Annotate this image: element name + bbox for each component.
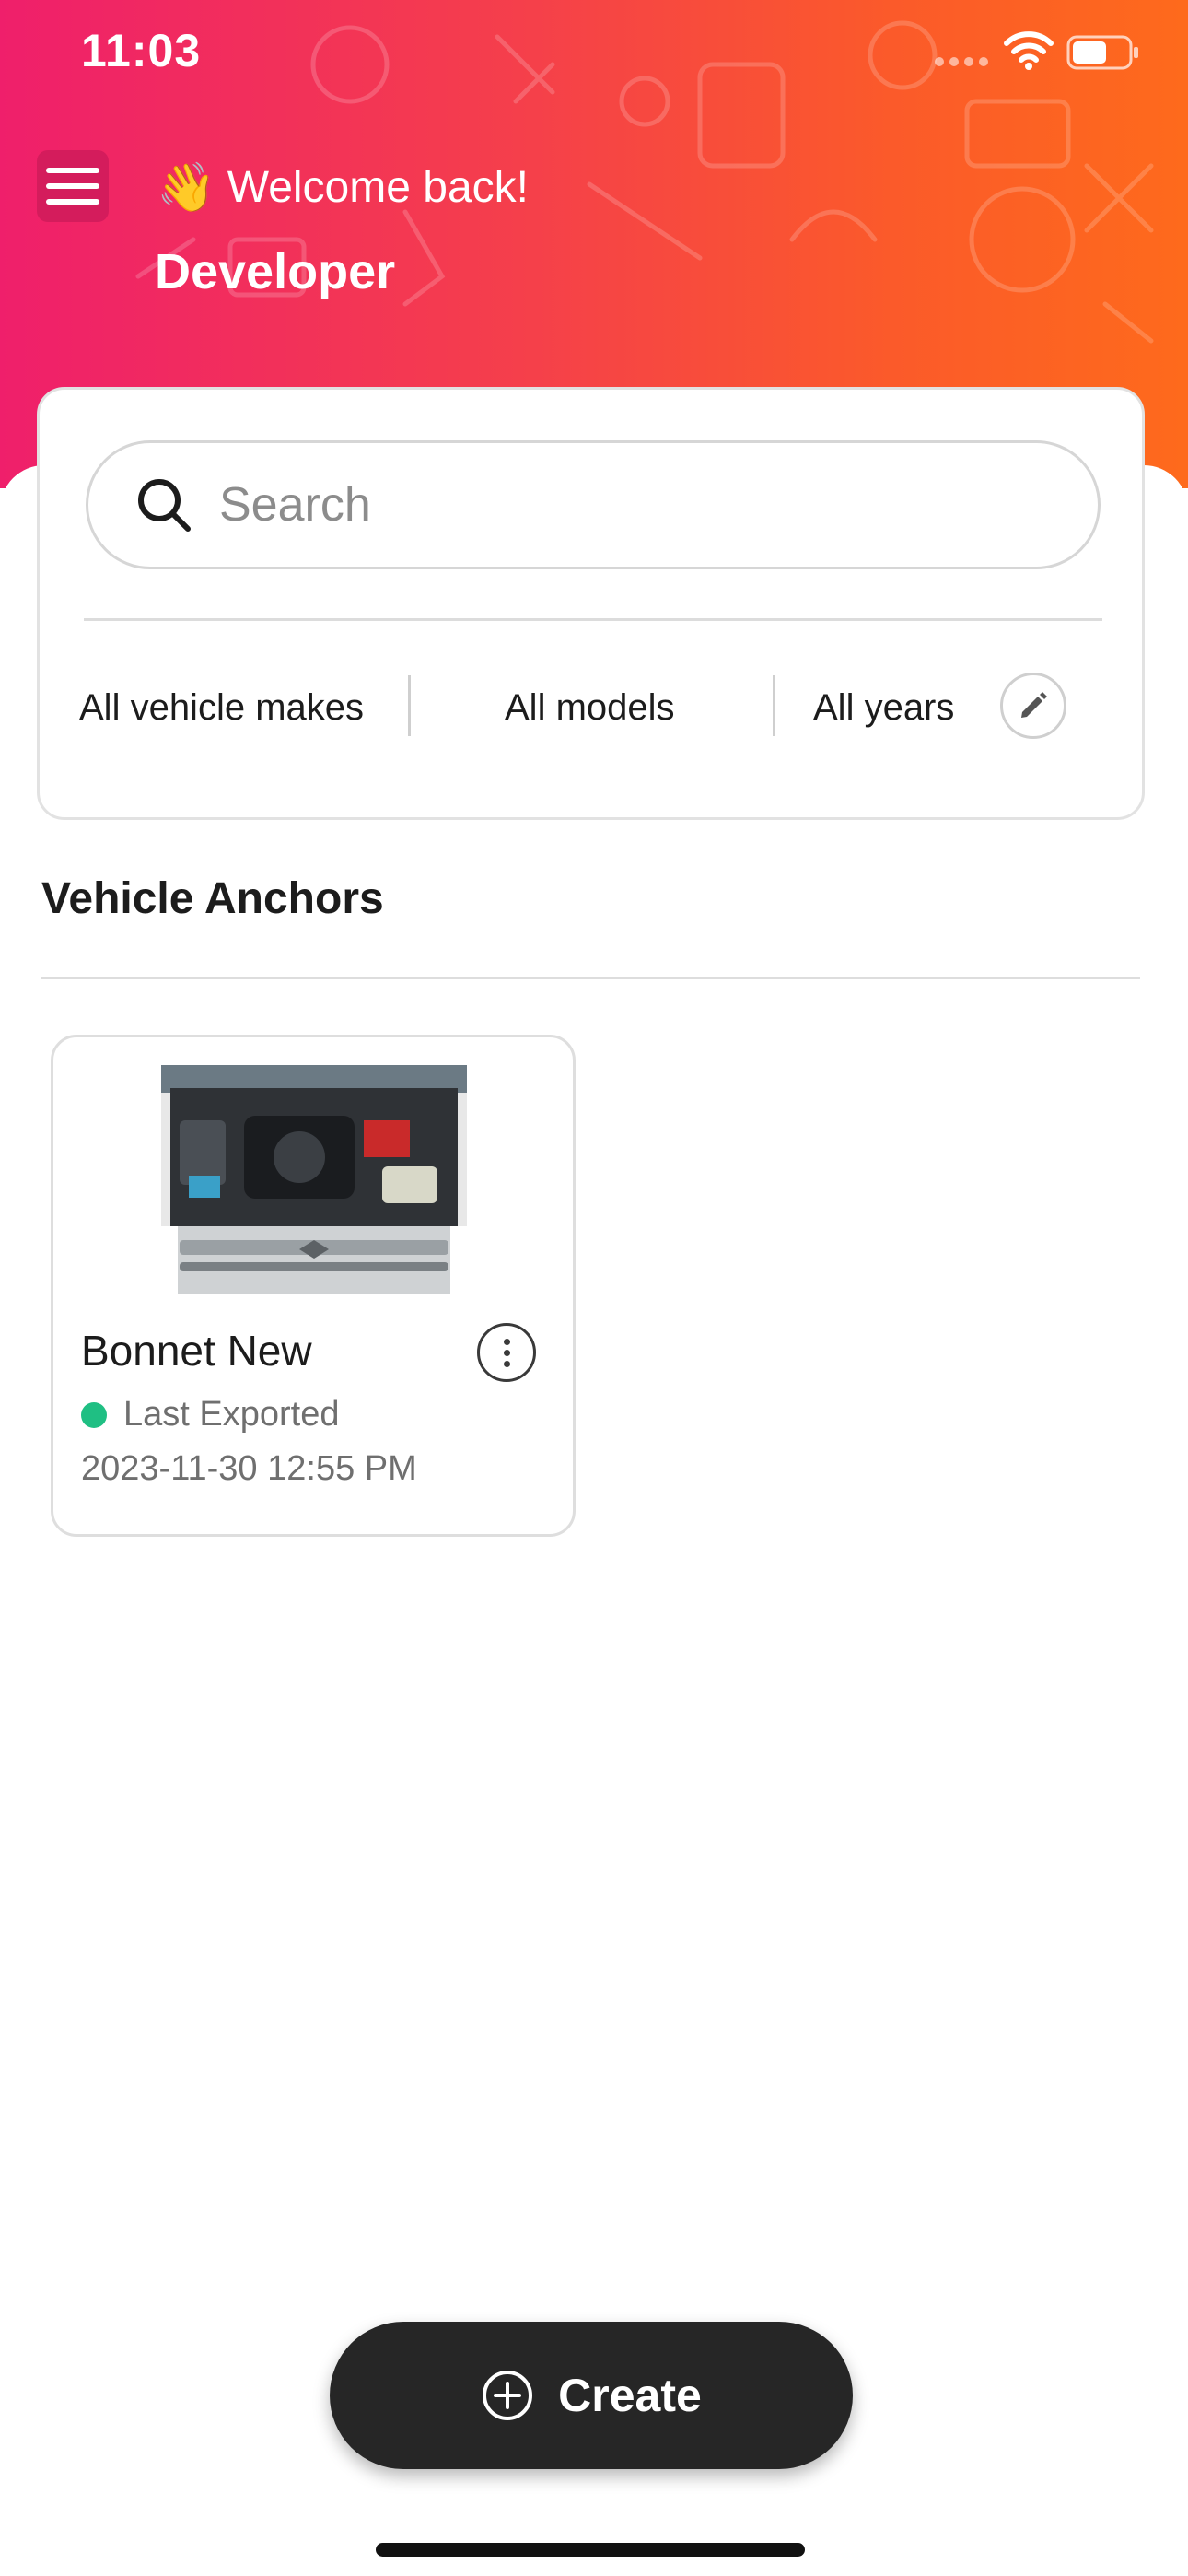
divider xyxy=(84,618,1102,621)
home-indicator[interactable] xyxy=(376,2543,805,2557)
status-indicator-dot xyxy=(81,1401,107,1428)
filter-years[interactable]: All years xyxy=(813,666,954,749)
welcome-row: 👋 Welcome back! xyxy=(157,162,529,213)
plus-circle-icon xyxy=(483,2371,533,2420)
filter-vehicle-makes[interactable]: All vehicle makes xyxy=(79,666,364,749)
hamburger-menu-icon xyxy=(46,168,99,205)
search-bar[interactable] xyxy=(86,440,1101,569)
section-title: Vehicle Anchors xyxy=(41,874,384,923)
status-time: 11:03 xyxy=(81,25,202,76)
edit-filters-button[interactable] xyxy=(1000,673,1066,739)
anchor-card[interactable]: Bonnet New Last Exported 2023-11-30 12:5… xyxy=(51,1035,576,1537)
engine-bay-photo xyxy=(161,1065,467,1294)
welcome-message: Welcome back! xyxy=(227,163,529,212)
export-date: 2023-11-30 12:55 PM xyxy=(81,1449,417,1488)
filter-separator xyxy=(773,675,775,736)
create-label: Create xyxy=(558,2370,702,2421)
anchor-name: Bonnet New xyxy=(81,1327,312,1375)
more-options-button[interactable] xyxy=(477,1323,536,1382)
cellular-signal-icon xyxy=(935,57,988,66)
menu-button[interactable] xyxy=(37,150,109,222)
vehicle-filters: All vehicle makes All models All years xyxy=(40,666,1147,749)
create-button[interactable]: Create xyxy=(330,2322,853,2469)
waving-hand-icon: 👋 xyxy=(157,160,216,215)
export-status: Last Exported xyxy=(81,1395,339,1434)
status-label: Last Exported xyxy=(123,1395,340,1434)
pencil-icon xyxy=(1021,692,1047,718)
more-vertical-icon xyxy=(503,1338,510,1345)
divider xyxy=(41,977,1140,979)
wifi-icon xyxy=(1004,31,1054,70)
battery-icon xyxy=(1066,35,1138,70)
user-name: Developer xyxy=(155,244,396,299)
filter-models[interactable]: All models xyxy=(505,666,675,749)
filter-separator xyxy=(408,675,411,736)
search-filter-card: All vehicle makes All models All years xyxy=(37,387,1145,820)
search-icon xyxy=(138,479,191,532)
search-input[interactable] xyxy=(217,476,1031,533)
